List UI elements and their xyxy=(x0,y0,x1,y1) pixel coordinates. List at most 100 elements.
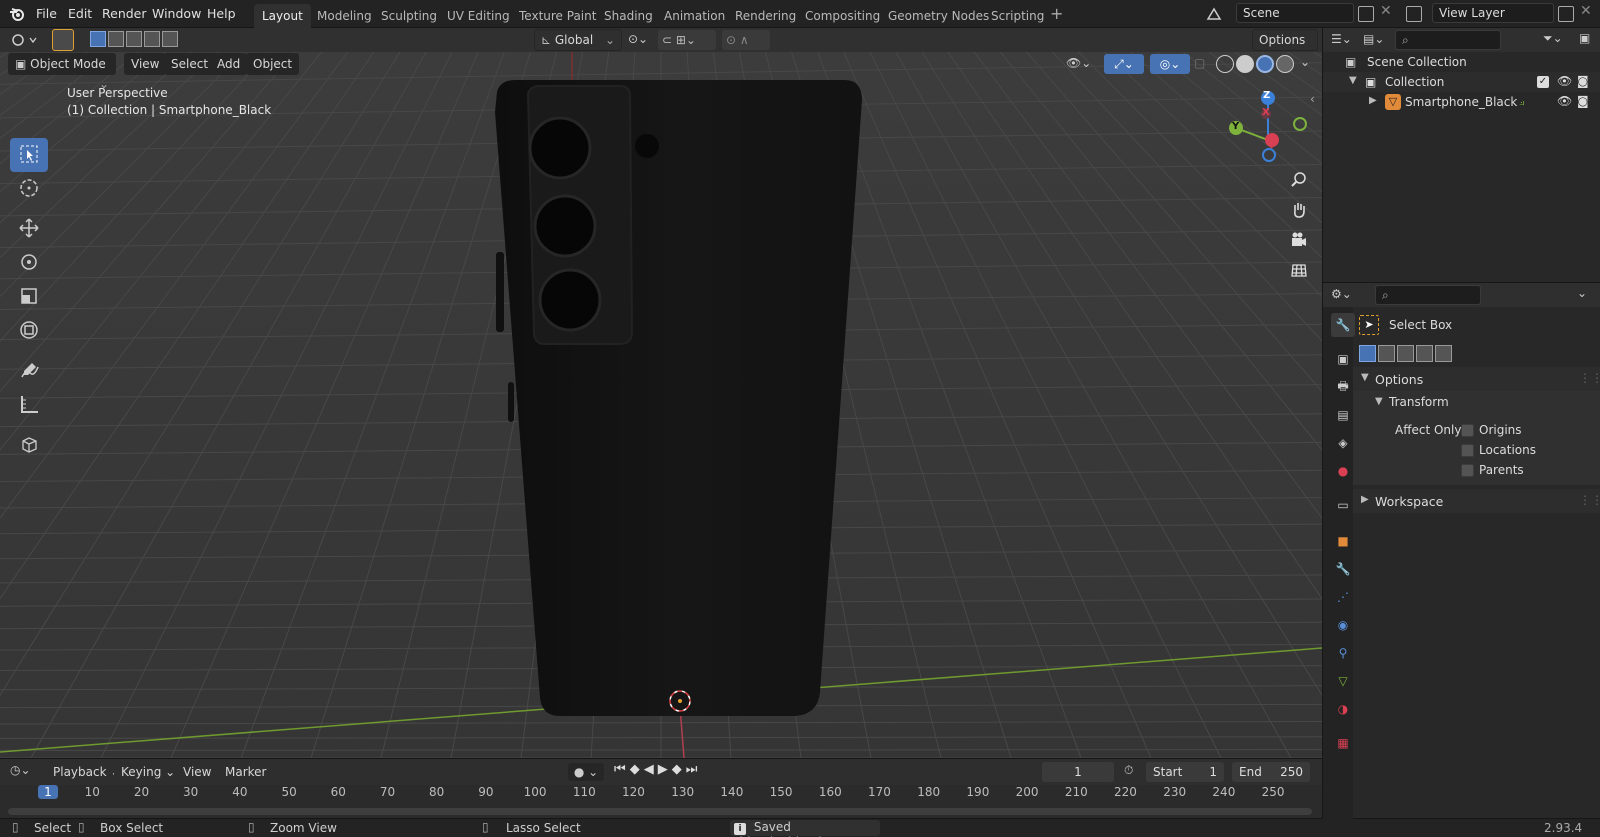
display-mode-icon[interactable]: ▤⌄ xyxy=(1363,32,1384,46)
tab-compositing[interactable]: Compositing xyxy=(797,4,888,28)
tab-layout[interactable]: Layout xyxy=(254,4,311,28)
visibility-icon[interactable]: 👁⌄ xyxy=(1066,56,1091,70)
delete-scene-icon[interactable]: ✕ xyxy=(1380,3,1392,19)
add-cube-tool[interactable] xyxy=(10,428,48,462)
wireframe-shading-icon[interactable] xyxy=(1216,55,1234,73)
particles-tab-icon[interactable]: ⋰ xyxy=(1331,585,1355,609)
menu-file[interactable]: File xyxy=(30,4,63,24)
new-view-layer-icon[interactable] xyxy=(1558,6,1574,22)
annotate-tool[interactable] xyxy=(10,354,48,388)
properties-search-input[interactable]: ⌕ xyxy=(1375,285,1481,305)
ortho-grid-icon[interactable] xyxy=(1286,257,1312,283)
modifier-tab-icon[interactable]: 🔧 xyxy=(1331,557,1355,581)
blender-logo-icon[interactable] xyxy=(8,5,26,23)
menu-edit[interactable]: Edit xyxy=(62,4,98,24)
menu-window[interactable]: Window xyxy=(146,4,207,24)
mode-invert-icon[interactable] xyxy=(144,31,160,47)
outliner-search-input[interactable]: ⌕ xyxy=(1395,30,1501,50)
mode-subtract-icon[interactable] xyxy=(1397,345,1414,362)
editor-type-icon[interactable] xyxy=(10,32,40,48)
texture-tab-icon[interactable]: ▦ xyxy=(1331,731,1355,755)
pan-hand-icon[interactable] xyxy=(1286,197,1312,223)
outliner-editor-type-icon[interactable]: ☰⌄ xyxy=(1331,32,1352,46)
camera-view-icon[interactable] xyxy=(1286,227,1312,253)
mode-extend-icon[interactable] xyxy=(1378,345,1395,362)
tab-sculpting[interactable]: Sculpting xyxy=(373,4,445,28)
measure-tool[interactable] xyxy=(10,388,48,422)
view-layer-tab-icon[interactable]: ▤ xyxy=(1331,403,1355,427)
expand-arrow-icon[interactable]: ▶ xyxy=(1369,95,1377,106)
menu-help[interactable]: Help xyxy=(201,4,242,24)
mode-new-icon[interactable] xyxy=(1359,345,1376,362)
tab-shading[interactable]: Shading xyxy=(596,4,661,28)
transform-subpanel-header[interactable]: ▼ Transform xyxy=(1353,391,1600,413)
transform-orientation-dropdown[interactable]: ⊾ Global ⌄ xyxy=(534,29,622,51)
mode-new-icon[interactable] xyxy=(90,31,106,47)
proportional-edit-toggle[interactable]: ⊙ ∧ xyxy=(722,30,770,50)
origins-checkbox[interactable] xyxy=(1461,424,1474,437)
scene-icon[interactable] xyxy=(1206,6,1222,22)
options-dropdown[interactable]: Options ⌄ xyxy=(1252,29,1318,67)
view-menu[interactable]: View xyxy=(124,53,167,75)
zoom-icon[interactable] xyxy=(1286,167,1312,193)
workspace-panel-header[interactable]: ▶ Workspace ⋮⋮ xyxy=(1353,489,1600,513)
pivot-point-icon[interactable]: ⊙⌄ xyxy=(628,32,648,46)
mode-intersect-icon[interactable] xyxy=(1435,345,1452,362)
scene-name-field[interactable]: Scene xyxy=(1236,3,1354,23)
exclude-checkbox-icon[interactable]: ✓ xyxy=(1537,76,1549,88)
active-tool-icon[interactable] xyxy=(52,29,74,51)
new-collection-icon[interactable]: ▣ xyxy=(1579,31,1590,45)
chevron-down-icon[interactable]: ⌄ xyxy=(1300,55,1310,69)
menu-render[interactable]: Render xyxy=(96,4,153,24)
mode-subtract-icon[interactable] xyxy=(126,31,142,47)
tab-animation[interactable]: Animation xyxy=(656,4,733,28)
tab-uv-editing[interactable]: UV Editing xyxy=(439,4,518,28)
view-layer-icon[interactable] xyxy=(1406,6,1422,22)
tab-geometry-nodes[interactable]: Geometry Nodes xyxy=(880,4,997,28)
solid-shading-icon[interactable] xyxy=(1236,55,1254,73)
add-workspace-icon[interactable]: + xyxy=(1050,6,1063,22)
view-layer-field[interactable]: View Layer xyxy=(1432,3,1554,23)
tab-scripting[interactable]: Scripting xyxy=(983,4,1052,28)
transform-tool[interactable] xyxy=(10,314,48,348)
xray-icon[interactable]: ▢ xyxy=(1194,56,1205,70)
outliner-row-scene-collection[interactable]: ▣ Scene Collection xyxy=(1323,52,1600,72)
cursor-tool[interactable] xyxy=(10,172,48,206)
timeline-scrollbar[interactable] xyxy=(8,808,1312,815)
world-tab-icon[interactable]: ● xyxy=(1331,459,1355,483)
mode-intersect-icon[interactable] xyxy=(162,31,178,47)
eye-icon[interactable]: 👁 xyxy=(1557,74,1572,88)
3d-viewport[interactable]: ▣ Object Mode ⌄ View Select Add Object 👁⌄… xyxy=(0,52,1322,758)
properties-editor-type-icon[interactable]: ⚙⌄ xyxy=(1331,287,1352,301)
new-scene-icon[interactable] xyxy=(1358,6,1374,22)
camera-icon[interactable]: ◙ xyxy=(1577,74,1589,88)
locations-checkbox[interactable] xyxy=(1461,444,1474,457)
collapse-sidebar-icon[interactable]: ‹ xyxy=(1310,92,1315,106)
rendered-shading-icon[interactable] xyxy=(1276,55,1294,73)
add-menu[interactable]: Add xyxy=(210,53,248,75)
constraints-tab-icon[interactable]: ⚲ xyxy=(1331,641,1355,665)
eye-icon[interactable]: 👁 xyxy=(1557,94,1572,108)
physics-tab-icon[interactable]: ◉ xyxy=(1331,613,1355,637)
render-tab-icon[interactable]: ▣ xyxy=(1331,347,1355,371)
parents-checkbox[interactable] xyxy=(1461,464,1474,477)
mode-extend-icon[interactable] xyxy=(108,31,124,47)
delete-view-layer-icon[interactable]: ✕ xyxy=(1580,3,1592,19)
tab-rendering[interactable]: Rendering xyxy=(727,4,804,28)
expand-arrow-icon[interactable]: ▼ xyxy=(1349,75,1357,86)
object-tab-icon[interactable]: ■ xyxy=(1331,529,1355,553)
outliner-row-object[interactable]: ▶ ▽ Smartphone_Black ⟓ 👁 ◙ xyxy=(1323,92,1600,112)
output-tab-icon[interactable]: 🖶 xyxy=(1331,375,1355,399)
camera-icon[interactable]: ◙ xyxy=(1577,94,1589,108)
options-panel-header[interactable]: ▼ Options ⋮⋮ xyxy=(1353,367,1600,391)
tab-modeling[interactable]: Modeling xyxy=(309,4,380,28)
navigation-gizmo[interactable]: Z Y X xyxy=(1226,90,1310,174)
rotate-tool[interactable] xyxy=(10,246,48,280)
collection-tab-icon[interactable]: ▭ xyxy=(1331,493,1355,517)
tab-texture-paint[interactable]: Texture Paint xyxy=(511,4,604,28)
chevron-down-icon[interactable]: ⌄ xyxy=(1577,286,1587,300)
overlay-toggle-icon[interactable]: ◎⌄ xyxy=(1150,54,1190,74)
snap-toggle[interactable]: ⊂ ⊞⌄ xyxy=(658,30,716,50)
gizmo-toggle-icon[interactable]: ⤢⌄ xyxy=(1104,54,1144,74)
mode-invert-icon[interactable] xyxy=(1416,345,1433,362)
